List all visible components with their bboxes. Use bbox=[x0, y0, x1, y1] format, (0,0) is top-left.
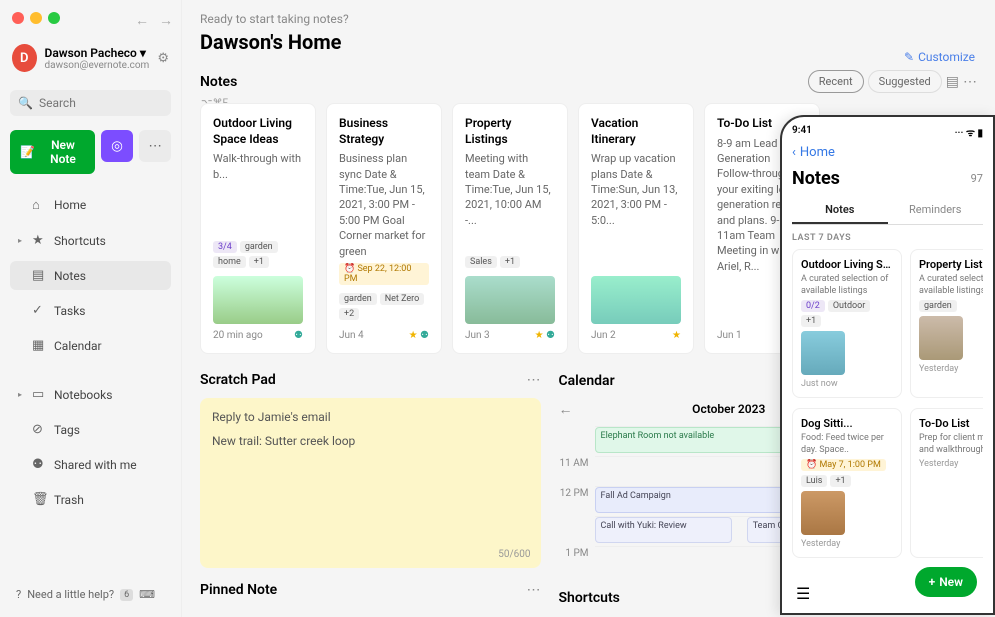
new-note-button[interactable]: 📝New Note bbox=[10, 130, 95, 174]
sidebar: D Dawson Pacheco ▾ dawson@evernote.com ⚙… bbox=[0, 0, 182, 617]
calendar-title: Calendar bbox=[559, 373, 615, 389]
phone-status-icons: ··· ᯤ ▮ bbox=[955, 125, 983, 139]
pencil-icon: ✎ bbox=[904, 50, 914, 64]
prompt-text: Ready to start taking notes? bbox=[200, 12, 977, 26]
calendar-prev-button[interactable]: ← bbox=[559, 401, 573, 418]
sparkle-icon: ◎ bbox=[111, 139, 123, 154]
scratch-title: Scratch Pad bbox=[200, 372, 276, 388]
phone-title: Notes bbox=[792, 168, 840, 189]
keyboard-icon[interactable]: ⌨ bbox=[139, 588, 155, 601]
tab-suggested[interactable]: Suggested bbox=[868, 70, 942, 93]
phone-back-button[interactable]: ‹Home bbox=[792, 145, 983, 160]
note-plus-icon: 📝 bbox=[20, 145, 35, 159]
back-icon[interactable]: ← bbox=[135, 12, 149, 29]
notebook-icon: ▭ bbox=[32, 387, 46, 402]
chevron-left-icon: ‹ bbox=[792, 145, 796, 160]
tab-recent[interactable]: Recent bbox=[808, 70, 864, 93]
phone-overlay: 9:41 ··· ᯤ ▮ ‹Home Notes 97 Notes Reminder… bbox=[780, 115, 995, 615]
avatar: D bbox=[12, 44, 37, 72]
help-icon: ? bbox=[16, 588, 21, 601]
user-name: Dawson Pacheco bbox=[45, 46, 137, 60]
calendar-month: October 2023 bbox=[692, 402, 765, 416]
note-card[interactable]: Property ListingsMeeting with team Date … bbox=[452, 103, 568, 354]
sidebar-item-tasks[interactable]: ✓Tasks bbox=[10, 296, 171, 325]
help-badge: 6 bbox=[120, 589, 133, 601]
pinned-title: Pinned Note bbox=[200, 582, 277, 598]
customize-button[interactable]: ✎Customize bbox=[904, 50, 975, 64]
scratch-pad[interactable]: Reply to Jamie's email New trail: Sutter… bbox=[200, 398, 541, 568]
help-link[interactable]: ? Need a little help? 6 ⌨ bbox=[10, 582, 171, 607]
note-card[interactable]: Outdoor Living Space IdeasWalk-through w… bbox=[200, 103, 316, 354]
sidebar-item-home[interactable]: ⌂Home bbox=[10, 190, 171, 220]
phone-tab-notes[interactable]: Notes bbox=[792, 197, 888, 224]
sidebar-item-shared[interactable]: ⚉Shared with me bbox=[10, 450, 171, 479]
scratch-more-icon[interactable]: ⋯ bbox=[527, 372, 541, 388]
phone-tab-reminders[interactable]: Reminders bbox=[888, 197, 984, 224]
forward-icon[interactable]: → bbox=[159, 12, 173, 29]
search-input[interactable]: 🔍 ⌥⌘F bbox=[10, 90, 171, 116]
phone-count: 97 bbox=[971, 172, 983, 185]
calendar-event[interactable]: Call with Yuki: Review bbox=[595, 517, 732, 543]
tag-icon: ⊘ bbox=[32, 422, 46, 437]
notes-filter-icon[interactable]: ▤ bbox=[946, 74, 959, 90]
notes-section-title: Notes bbox=[200, 74, 237, 90]
ai-button[interactable]: ◎ bbox=[101, 130, 133, 162]
sidebar-item-notebooks[interactable]: ▸▭Notebooks bbox=[10, 380, 171, 409]
more-new-button[interactable]: ⋯ bbox=[139, 130, 171, 162]
window-traffic-lights[interactable] bbox=[12, 12, 60, 24]
phone-menu-icon[interactable]: ☰ bbox=[796, 584, 810, 603]
search-field[interactable] bbox=[39, 96, 195, 110]
shortcuts-title: Shortcuts bbox=[559, 590, 620, 606]
calendar-icon: ▦ bbox=[32, 338, 46, 353]
gear-icon[interactable]: ⚙ bbox=[157, 51, 169, 66]
sidebar-item-calendar[interactable]: ▦Calendar bbox=[10, 331, 171, 360]
notes-more-icon[interactable]: ⋯ bbox=[963, 74, 977, 90]
people-icon: ⚉ bbox=[32, 457, 46, 472]
sidebar-item-shortcuts[interactable]: ▸★Shortcuts bbox=[10, 226, 171, 255]
plus-icon: + bbox=[929, 575, 936, 589]
user-email: dawson@evernote.com bbox=[45, 60, 150, 71]
phone-new-button[interactable]: +New bbox=[915, 567, 977, 597]
note-card[interactable]: Vacation ItineraryWrap up vacation plans… bbox=[578, 103, 694, 354]
search-icon: 🔍 bbox=[18, 96, 33, 110]
trash-icon: 🗑 bbox=[32, 492, 46, 507]
nav-history[interactable]: ←→ bbox=[135, 12, 173, 29]
phone-note-card[interactable]: To-Do ListPrep for client meeting and wa… bbox=[910, 408, 983, 558]
page-title: Dawson's Home bbox=[200, 30, 977, 54]
home-icon: ⌂ bbox=[32, 197, 46, 213]
check-circle-icon: ✓ bbox=[32, 303, 46, 318]
note-card[interactable]: Business StrategyBusiness plan sync Date… bbox=[326, 103, 442, 354]
notes-icon: ▤ bbox=[32, 268, 46, 283]
star-icon: ★ bbox=[32, 233, 46, 248]
sidebar-item-notes[interactable]: ▤Notes bbox=[10, 261, 171, 290]
sidebar-item-trash[interactable]: 🗑Trash bbox=[10, 485, 171, 514]
phone-note-card[interactable]: Outdoor Living Sp...A curated selection … bbox=[792, 249, 902, 398]
phone-note-card[interactable]: Property ListingA curated selection of a… bbox=[910, 249, 983, 398]
phone-time: 9:41 bbox=[792, 125, 812, 139]
scratch-counter: 50/600 bbox=[498, 549, 530, 560]
user-menu[interactable]: D Dawson Pacheco ▾ dawson@evernote.com ⚙ bbox=[10, 40, 171, 76]
phone-section-label: LAST 7 DAYS bbox=[792, 233, 983, 243]
sidebar-item-tags[interactable]: ⊘Tags bbox=[10, 415, 171, 444]
chevron-down-icon: ▾ bbox=[140, 46, 146, 60]
phone-note-card[interactable]: Dog Sitti...Food: Feed twice per day. Sp… bbox=[792, 408, 902, 558]
pinned-more-icon[interactable]: ⋯ bbox=[527, 582, 541, 598]
